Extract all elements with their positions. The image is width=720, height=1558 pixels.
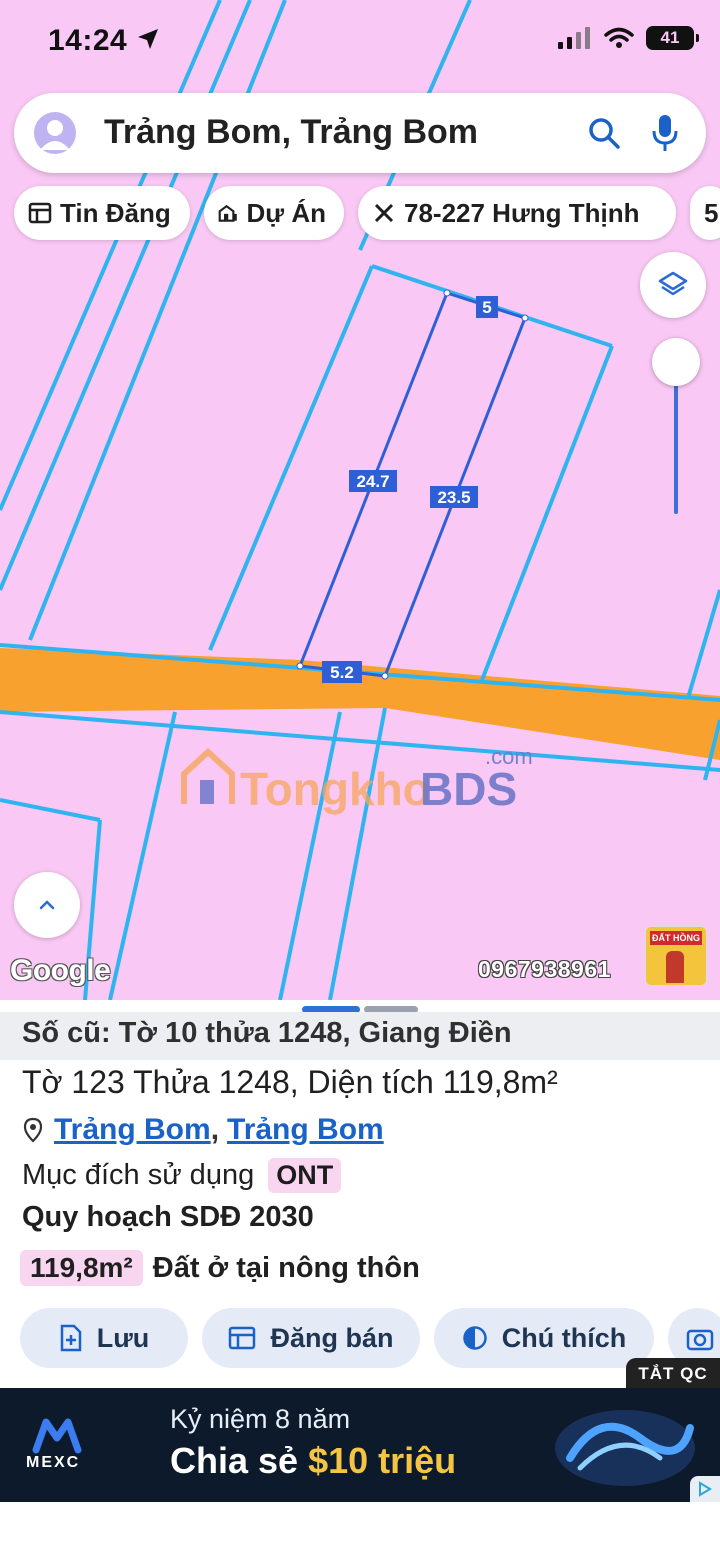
status-icons: 41 (558, 26, 699, 50)
planning-title: Quy hoạch SDĐ 2030 (22, 1201, 314, 1233)
action-label: Đăng bán (270, 1322, 394, 1353)
layers-icon (658, 271, 688, 296)
tongkho-watermark: Tongkho BDS .com (180, 742, 550, 815)
area-badge: 119,8m² (20, 1250, 143, 1286)
parcel-vertices (296, 289, 529, 680)
shop-sign: ĐẤT HỒNG (650, 931, 702, 945)
listing-icon (28, 202, 52, 224)
status-bar: 14:24 41 (0, 0, 720, 80)
edge-label-bottom: 5.2 (330, 663, 354, 682)
parcel-title: Tờ 123 Thửa 1248, Diện tích 119,8m² (22, 1064, 558, 1100)
address-separator: , (210, 1113, 220, 1146)
google-logo: Google (10, 954, 111, 987)
ruler-tools-icon (374, 203, 394, 223)
ad-choices-icon (699, 1481, 712, 1497)
post-sale-icon (229, 1326, 256, 1350)
chip-label: 5 (704, 197, 719, 228)
user-avatar-icon (40, 120, 70, 150)
opacity-slider-thumb[interactable] (652, 338, 700, 386)
edge-label-top: 5 (482, 298, 491, 317)
ad-choices-button[interactable] (690, 1476, 720, 1502)
old-parcel-info: Số cũ: Tờ 10 thửa 1248, Giang Điền (22, 1017, 512, 1049)
add-photo-icon (686, 1329, 714, 1351)
post-sale-button[interactable]: Đăng bán (202, 1308, 420, 1368)
mexc-logo-icon (32, 1418, 82, 1454)
ad-artwork (555, 1410, 695, 1486)
ad-banner[interactable]: MEXC Kỷ niệm 8 năm Chia sẻ $10 triệu (0, 1388, 720, 1502)
chevron-up-icon (39, 900, 55, 910)
chip-more[interactable]: 5 (690, 186, 720, 240)
house-logo-icon (181, 747, 235, 804)
location-arrow-icon (138, 29, 158, 49)
ad-subheadline-prefix: Chia sẻ (170, 1440, 309, 1481)
avatar[interactable] (34, 112, 76, 154)
microphone-icon[interactable] (650, 113, 680, 153)
chip-du-an[interactable]: Dự Án (204, 186, 344, 240)
watermark-suffix: .com (485, 744, 533, 769)
shop-thumbnail[interactable]: ĐẤT HỒNG (645, 926, 707, 986)
planning-area-row: 119,8m² Đất ở tại nông thôn (20, 1250, 420, 1286)
ad-headline: Kỷ niệm 8 năm (170, 1404, 351, 1434)
layers-button[interactable] (640, 252, 706, 318)
save-button[interactable]: Lưu (20, 1308, 188, 1368)
person-figure (666, 951, 684, 983)
purpose-code-badge: ONT (268, 1158, 342, 1193)
action-label: Lưu (96, 1322, 150, 1353)
phone-watermark: 0967938961 (478, 956, 611, 982)
map-pin-icon (23, 1117, 43, 1143)
chip-tin-dang[interactable]: Tin Đăng (14, 186, 190, 240)
edge-label-right: 23.5 (437, 488, 470, 507)
search-bar[interactable]: Trảng Bom, Trảng Bom (14, 93, 706, 173)
area-description: Đất ở tại nông thôn (152, 1251, 420, 1284)
chip-hung-thinh[interactable]: 78-227 Hưng Thịnh (358, 186, 676, 240)
edge-label-left: 24.7 (356, 472, 389, 491)
ad-subheadline: Chia sẻ $10 triệu (170, 1440, 456, 1482)
status-time: 14:24 (48, 24, 128, 57)
parcel-address: Trảng Bom , Trảng Bom (22, 1113, 384, 1147)
chip-label: Tin Đăng (60, 197, 171, 228)
wifi-icon (604, 27, 634, 48)
purpose-label: Mục đích sử dụng (22, 1159, 255, 1191)
expand-up-button[interactable] (14, 872, 80, 938)
chip-label: 78-227 Hưng Thịnh (404, 197, 640, 228)
address-link-district[interactable]: Trảng Bom (227, 1113, 384, 1147)
save-plus-icon (60, 1324, 81, 1352)
land-use-purpose: Mục đích sử dụng ONT (22, 1158, 342, 1193)
close-ad-button[interactable]: TẮT QC (626, 1358, 720, 1390)
action-label: Chú thích (501, 1322, 627, 1353)
search-input[interactable]: Trảng Bom, Trảng Bom (104, 113, 478, 152)
project-building-icon (218, 204, 237, 222)
watermark-brand1: Tongkho (240, 763, 431, 815)
selected-parcel (297, 291, 527, 678)
ad-amount: $10 triệu (308, 1440, 457, 1481)
address-link-ward[interactable]: Trảng Bom (54, 1113, 211, 1147)
cellular-signal-icon (558, 27, 590, 49)
search-icon[interactable] (586, 115, 622, 151)
battery-indicator: 41 (646, 26, 699, 50)
legend-button[interactable]: Chú thích (434, 1308, 654, 1368)
chip-label: Dự Án (246, 197, 327, 228)
legend-contrast-icon (463, 1326, 487, 1350)
ad-brand: MEXC (26, 1454, 81, 1471)
watermark-brand2: BDS (420, 763, 518, 815)
edge-labels: 5 24.7 23.5 5.2 (322, 296, 498, 683)
